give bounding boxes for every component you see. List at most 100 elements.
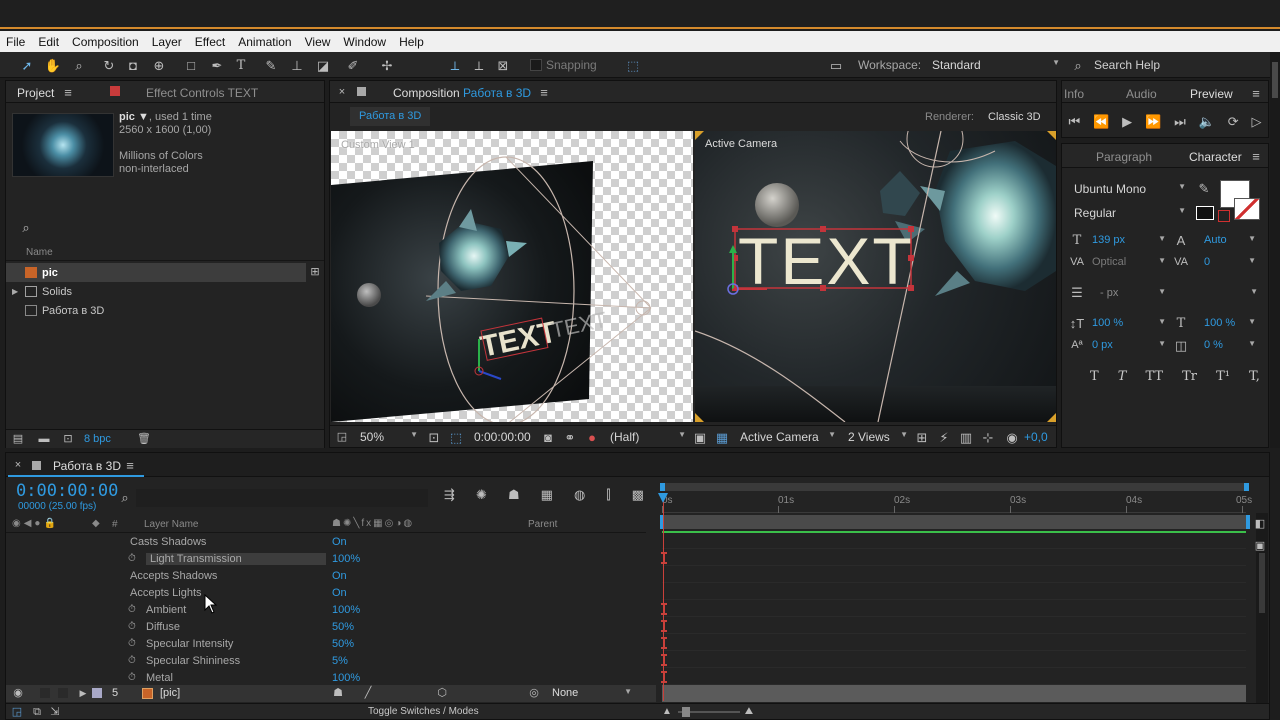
flowchart-view-icon[interactable]: ⊹	[980, 429, 996, 445]
toggle-switches-modes[interactable]: Toggle Switches / Modes	[368, 706, 479, 717]
project-search-input[interactable]	[36, 219, 318, 237]
eraser-tool-icon[interactable]: ◪	[314, 55, 332, 75]
type-tool-icon[interactable]: T	[232, 55, 250, 75]
project-item-folder[interactable]: ▶ Solids	[6, 282, 324, 301]
cti-head[interactable]	[658, 493, 668, 503]
right-scroll-thumb[interactable]	[1272, 62, 1278, 98]
property-value[interactable]: On	[332, 587, 347, 599]
channels-icon[interactable]: ●	[584, 429, 600, 445]
menu-item-edit[interactable]: Edit	[38, 35, 59, 49]
right-scrollbar[interactable]	[1270, 52, 1280, 448]
rectangle-tool-icon[interactable]: □	[182, 55, 200, 75]
property-row[interactable]: ⏱ Diffuse 50%	[6, 618, 656, 635]
timeline-search-input[interactable]	[136, 489, 428, 507]
layer-solo-box[interactable]	[40, 688, 50, 698]
property-row[interactable]: ⏱ Specular Shininess 5%	[6, 652, 656, 669]
stopwatch-icon[interactable]: ⏱	[128, 553, 136, 564]
comp-panel-menu-icon[interactable]: ≡	[538, 85, 550, 99]
property-value[interactable]: 100%	[332, 672, 360, 684]
prev-frame-icon[interactable]: ⏪	[1093, 114, 1109, 130]
property-row[interactable]: ⏱ Metal 100%	[6, 669, 656, 686]
property-row[interactable]: Casts Shadows On	[6, 533, 656, 550]
layer-5-bar[interactable]	[662, 685, 1246, 702]
property-value[interactable]: 100%	[332, 553, 360, 565]
panel-menu-icon[interactable]: ≡	[1250, 86, 1262, 100]
active-camera-viewport[interactable]: Active Camera TEXT	[695, 131, 1056, 422]
menu-item-window[interactable]: Window	[343, 35, 386, 49]
comp-flow-tab[interactable]: Работа в 3D	[350, 107, 431, 126]
property-row[interactable]: Accepts Shadows On	[6, 567, 656, 584]
swap-colors-icon[interactable]	[1218, 210, 1230, 222]
zoom-dropdown[interactable]: 50%	[360, 430, 418, 444]
snapshot-icon[interactable]: ◙	[540, 429, 556, 445]
faux-italic-button[interactable]: T	[1118, 369, 1127, 384]
superscript-button[interactable]: T¹	[1216, 369, 1230, 384]
timeline-side-icon[interactable]: ◧	[1253, 517, 1267, 531]
timeline-side-icon-2[interactable]: ▣	[1253, 539, 1267, 553]
layer-5-row[interactable]: ◉ ▶ 5 [pic] ☗ ╱ ⬡ ◎ None	[6, 685, 656, 702]
zoom-in-timeline-icon[interactable]: ⛰	[742, 705, 756, 719]
fit-frame-icon[interactable]: ⊡	[426, 429, 442, 445]
current-time[interactable]: 0:00:00:00	[474, 430, 531, 444]
stopwatch-icon[interactable]: ⏱	[128, 655, 136, 666]
new-folder-icon[interactable]: ▬	[36, 432, 52, 447]
no-fill-swatch[interactable]	[1196, 206, 1214, 220]
stroke-color-swatch[interactable]	[1234, 198, 1260, 220]
font-family-dropdown[interactable]: Ubuntu Mono	[1074, 182, 1186, 196]
transfer-controls-icon[interactable]: ⧉	[30, 705, 44, 719]
draft-3d-icon[interactable]: ✺	[476, 487, 487, 507]
time-ruler[interactable]: 0s 01s 02s 03s 04s 05s	[662, 493, 1252, 513]
small-caps-button[interactable]: Tr	[1182, 369, 1197, 384]
stopwatch-icon[interactable]: ⏱	[128, 638, 136, 649]
snapping-checkbox[interactable]	[530, 59, 542, 71]
transparency-grid-icon[interactable]: ▦	[714, 429, 730, 445]
always-preview-icon[interactable]: ◲	[334, 429, 350, 445]
column-name[interactable]: Name	[26, 247, 53, 258]
kerning-field[interactable]: Optical	[1092, 256, 1166, 268]
audio-icon[interactable]: 🔈	[1199, 114, 1215, 130]
pan-behind-tool-icon[interactable]: ⊕	[150, 55, 168, 75]
menu-item-file[interactable]: File	[6, 35, 25, 49]
comp-mini-flowchart-icon[interactable]: ⇶	[444, 487, 455, 507]
subscript-button[interactable]: T,	[1249, 369, 1260, 384]
tab-project[interactable]: Project	[17, 86, 54, 100]
selection-tool-icon[interactable]: ➚	[18, 55, 36, 75]
zoom-out-timeline-icon[interactable]: ▲	[660, 705, 674, 719]
delete-icon[interactable]: 🗑	[136, 432, 152, 447]
col-parent[interactable]: Parent	[528, 519, 557, 530]
col-layer-name[interactable]: Layer Name	[144, 519, 198, 530]
timeline-zoom-thumb[interactable]	[682, 707, 690, 717]
safe-zones-icon[interactable]: ⬚	[448, 429, 464, 445]
project-item-image[interactable]: pic	[6, 263, 306, 282]
timeline-search-icon[interactable]: ⌕	[116, 489, 134, 505]
effect-controls-lock-icon[interactable]	[110, 86, 120, 96]
layer-lock-box[interactable]	[58, 688, 68, 698]
timeline-menu-icon[interactable]: ≡	[124, 458, 136, 472]
layer-label-swatch[interactable]	[92, 688, 102, 698]
tracking-field[interactable]: 0	[1204, 256, 1256, 268]
menu-item-composition[interactable]: Composition	[72, 35, 139, 49]
menu-item-effect[interactable]: Effect	[195, 35, 225, 49]
play-icon[interactable]: ▶	[1122, 114, 1132, 130]
first-frame-icon[interactable]: ⏮	[1068, 114, 1080, 130]
frame-blending-icon[interactable]: ▦	[541, 487, 553, 507]
camera-dropdown[interactable]: Active Camera	[740, 430, 836, 444]
tab-paragraph[interactable]: Paragraph	[1096, 150, 1152, 164]
show-snapshot-icon[interactable]: ⚭	[562, 429, 578, 445]
stopwatch-icon[interactable]: ⏱	[128, 621, 136, 632]
layer-3d-icon[interactable]: ⬡	[436, 686, 448, 700]
navigator-bar[interactable]	[662, 483, 1246, 491]
menu-item-layer[interactable]: Layer	[152, 35, 182, 49]
tab-composition[interactable]: Composition Работа в 3D	[393, 86, 531, 100]
property-row[interactable]: ⏱ Specular Intensity 50%	[6, 635, 656, 652]
reset-exposure-icon[interactable]: ◉	[1004, 429, 1020, 445]
in-out-icon[interactable]: ⇲	[48, 705, 62, 719]
motion-blur-icon[interactable]: ◍	[574, 487, 585, 507]
snap-options-icon[interactable]: ⬚	[624, 55, 642, 75]
navigator-start-handle[interactable]	[660, 483, 665, 491]
property-row[interactable]: Accepts Lights On	[6, 584, 656, 601]
layer-quality-icon[interactable]: ╱	[362, 686, 374, 700]
interpret-footage-icon[interactable]: ▤	[10, 432, 26, 447]
panel-menu-icon[interactable]: ≡	[62, 85, 74, 99]
workspace-dropdown[interactable]: Standard	[932, 58, 1060, 72]
